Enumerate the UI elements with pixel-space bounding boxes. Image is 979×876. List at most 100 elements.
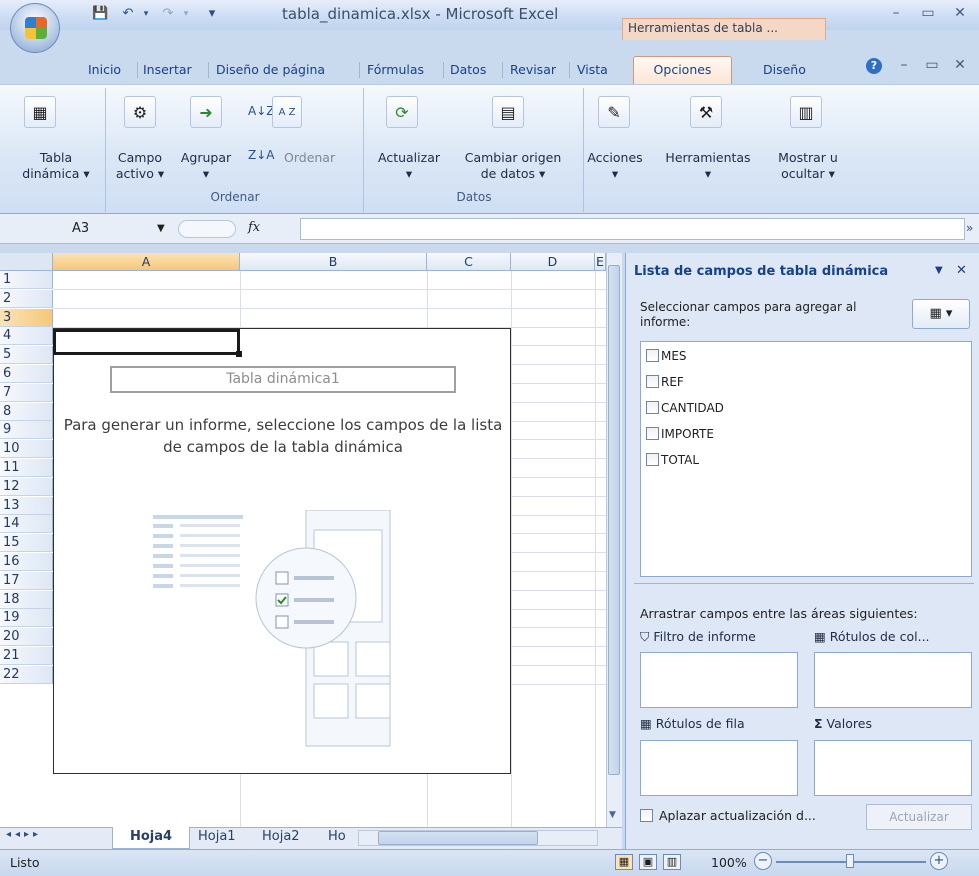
normal-view-icon[interactable]: ▦ [615,854,633,870]
office-button[interactable] [10,3,60,53]
row-header[interactable]: 18 [0,590,53,609]
column-header-c[interactable]: C [427,253,511,271]
customize-toolbar-icon[interactable]: ▾ [204,6,220,22]
cambiar-origen-button[interactable]: Cambiar origen de datos ▾ [450,150,576,182]
fill-handle[interactable] [236,351,242,357]
row-header[interactable]: 12 [0,477,53,496]
row-header[interactable]: 7 [0,383,53,402]
undo-dropdown-icon[interactable]: ▾ [138,6,154,22]
row-header[interactable]: 8 [0,402,53,421]
field-item-cantidad[interactable]: CANTIDAD [646,397,724,419]
field-item-ref[interactable]: REF [646,371,684,393]
row-header[interactable]: 21 [0,647,53,665]
scroll-down-icon[interactable]: ▼ [609,810,616,820]
pane-options-icon[interactable]: ▼ [935,265,943,276]
field-item-importe[interactable]: IMPORTE [646,423,714,445]
tab-opciones[interactable]: Opciones [633,56,732,85]
filter-drop-area[interactable] [640,652,798,708]
tab-inicio[interactable]: Inicio [88,60,121,80]
sheet-tab-hoja2[interactable]: Hoja2 [262,827,300,847]
row-header[interactable]: 6 [0,365,53,383]
help-icon[interactable]: ? [866,58,882,74]
tab-diseno-pagina[interactable]: Diseño de página [216,60,325,80]
tab-formulas[interactable]: Fórmulas [367,60,424,80]
agrupar-button[interactable]: Agrupar ▾ [172,150,240,182]
workbook-close-icon[interactable]: ✕ [948,57,972,75]
horizontal-scroll-thumb[interactable] [378,831,538,845]
row-header[interactable]: 5 [0,346,53,365]
workbook-restore-icon[interactable]: ▭ [920,57,944,75]
workbook-minimize-icon[interactable]: – [892,57,916,75]
sheet-tab-hoja4[interactable]: Hoja4 [112,827,190,849]
row-header[interactable]: 17 [0,571,53,590]
column-header-b[interactable]: B [240,253,427,271]
save-icon[interactable]: 💾 [92,6,108,22]
expand-formula-icon[interactable]: » [966,221,973,235]
row-header[interactable]: 13 [0,496,53,515]
pane-splitter[interactable] [634,583,974,586]
row-header[interactable]: 1 [0,271,53,289]
column-labels-drop-area[interactable] [814,652,972,708]
maximize-icon[interactable]: ▭ [916,5,940,23]
campo-activo-button[interactable]: Campo activo ▾ [110,150,170,182]
name-box-dropdown-icon[interactable]: ▼ [157,223,165,234]
tabla-dinamica-button[interactable]: Tabla dinámica ▾ [10,150,102,182]
redo-icon[interactable]: ↷ [160,6,176,22]
row-header[interactable]: 3 [0,308,53,327]
pane-close-icon[interactable]: ✕ [956,263,967,278]
page-layout-view-icon[interactable]: ▣ [639,854,657,870]
mostrar-ocultar-button[interactable]: Mostrar u ocultar ▾ [768,150,848,182]
row-labels-drop-area[interactable] [640,740,798,796]
column-header-d[interactable]: D [511,253,595,271]
ordenar-button[interactable]: Ordenar [284,150,335,166]
sheet-tab-hoja1[interactable]: Hoja1 [198,827,236,847]
minimize-icon[interactable]: – [884,5,908,23]
row-header[interactable]: 20 [0,628,53,647]
zoom-level[interactable]: 100% [711,855,747,870]
row-header[interactable]: 11 [0,459,53,477]
field-item-total[interactable]: TOTAL [646,449,699,471]
zoom-slider-thumb[interactable] [846,854,854,868]
row-header[interactable]: 2 [0,289,53,308]
row-header[interactable]: 16 [0,553,53,571]
row-header[interactable]: 15 [0,534,53,553]
vertical-scroll-thumb[interactable] [608,265,620,775]
row-header[interactable]: 10 [0,440,53,459]
sort-az-icon[interactable]: A↓Z [248,104,274,118]
column-header-a[interactable]: A [53,253,240,271]
sheet-nav-icon[interactable]: ◂◂▸▸ [6,829,42,840]
select-all-corner[interactable] [0,253,53,271]
tab-vista[interactable]: Vista [577,60,608,80]
name-box[interactable]: A3 [40,219,170,239]
herramientas-button[interactable]: Herramientas ▾ [658,150,758,182]
formula-input[interactable] [300,218,965,240]
redo-dropdown-icon[interactable]: ▾ [178,6,194,22]
update-button[interactable]: Actualizar [866,804,972,830]
zoom-out-icon[interactable]: − [754,852,772,870]
acciones-button[interactable]: Acciones ▾ [586,150,644,182]
close-icon[interactable]: ✕ [948,5,972,23]
row-header[interactable]: 22 [0,665,53,684]
zoom-in-icon[interactable]: + [930,852,948,870]
tab-revisar[interactable]: Revisar [510,60,556,80]
sheet-tab-partial[interactable]: Ho [328,827,346,847]
fx-icon[interactable]: fx [248,220,260,235]
actualizar-button[interactable]: Actualizar ▾ [370,150,448,182]
tab-datos[interactable]: Datos [450,60,486,80]
sort-za-icon[interactable]: Z↓A [248,148,274,162]
row-header[interactable]: 9 [0,421,53,440]
pane-layout-button[interactable]: ▦ ▾ [912,299,970,329]
column-header-e[interactable]: E [595,253,606,271]
field-item-mes[interactable]: MES [646,345,687,367]
undo-icon[interactable]: ↶ [120,6,136,22]
row-header[interactable]: 4 [0,327,53,346]
defer-update-checkbox[interactable]: Aplazar actualización d... [640,808,816,823]
row-header[interactable]: 14 [0,515,53,534]
formula-divider-handle[interactable] [178,220,236,238]
row-header[interactable]: 19 [0,609,53,628]
values-drop-area[interactable] [814,740,972,796]
tab-insertar[interactable]: Insertar [143,60,192,80]
page-break-view-icon[interactable]: ▥ [663,854,681,870]
tab-diseno[interactable]: Diseño [763,60,806,80]
selected-cell-a3[interactable] [53,329,240,355]
